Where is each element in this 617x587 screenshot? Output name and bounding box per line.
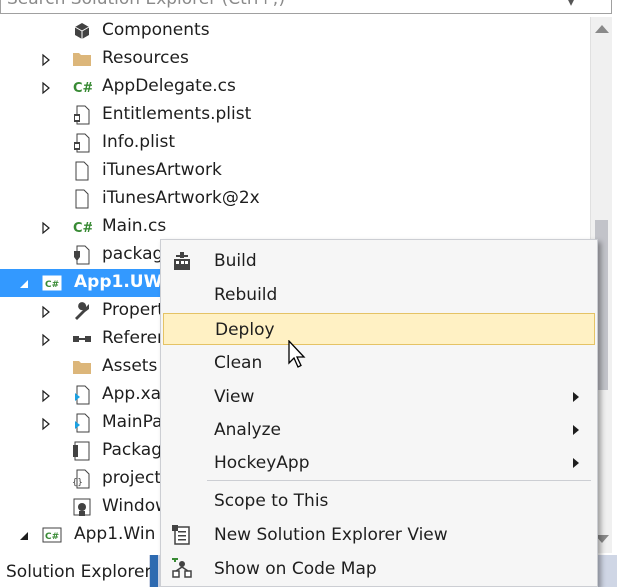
plist-file-icon xyxy=(72,105,92,125)
wrench-icon xyxy=(72,301,92,321)
expand-arrow-icon[interactable] xyxy=(40,80,52,95)
search-box[interactable]: Search Solution Explorer (Ctrl+;) ▾ xyxy=(0,0,612,14)
tab-solution-explorer[interactable]: Solution Explorer xyxy=(0,555,152,587)
folder-icon xyxy=(72,49,92,69)
tree-item-label: iTunesArtwork xyxy=(102,160,222,180)
collapse-arrow-icon[interactable] xyxy=(18,276,30,290)
tree-item-label: App1.UWI xyxy=(74,272,169,292)
package-config-icon xyxy=(72,245,92,265)
menu-item-label: HockeyApp xyxy=(214,453,310,473)
menu-item-hockeyapp[interactable]: HockeyApp xyxy=(163,447,595,479)
mouse-cursor-icon xyxy=(288,340,306,368)
expand-arrow-icon[interactable] xyxy=(40,220,52,235)
tree-item[interactable]: iTunesArtwork xyxy=(0,157,590,185)
expand-arrow-icon[interactable] xyxy=(40,304,52,319)
components-icon xyxy=(72,21,92,41)
tree-item[interactable]: Entitlements.plist xyxy=(0,101,590,129)
tree-item-label: App.xar xyxy=(102,384,169,404)
tree-item-label: Resources xyxy=(102,48,189,68)
tree-item-label: Info.plist xyxy=(102,132,176,152)
menu-item-label: Show on Code Map xyxy=(214,559,377,579)
context-menu: Build Rebuild Deploy Clean View Analyze Hockey… xyxy=(160,239,598,587)
expand-arrow-icon[interactable] xyxy=(40,388,52,403)
code-map-icon xyxy=(171,556,193,580)
tree-item-label: iTunesArtwork@2x xyxy=(102,188,260,208)
tree-item-label: Components xyxy=(102,20,210,40)
csharp-file-icon: C# xyxy=(72,77,94,97)
tree-item[interactable]: Resources xyxy=(0,45,590,73)
expand-arrow-icon[interactable] xyxy=(40,332,52,347)
svg-text:C#: C# xyxy=(73,81,92,96)
menu-item-label: Scope to This xyxy=(214,491,329,511)
menu-item-label: Analyze xyxy=(214,420,281,440)
svg-text:{}: {} xyxy=(72,478,83,488)
menu-item-label: New Solution Explorer View xyxy=(214,525,448,545)
menu-item-rebuild[interactable]: Rebuild xyxy=(163,279,595,311)
csharp-project-icon: C# xyxy=(42,525,62,545)
tree-item[interactable]: C# AppDelegate.cs xyxy=(0,73,590,101)
search-options-icon[interactable]: ▾ xyxy=(567,0,575,10)
menu-item-label: Build xyxy=(214,251,257,271)
menu-item-show-on-code-map[interactable]: Show on Code Map xyxy=(163,553,595,585)
svg-text:C#: C# xyxy=(45,532,59,542)
menu-item-clean[interactable]: Clean xyxy=(163,347,595,379)
tree-item[interactable]: Components xyxy=(0,17,590,45)
menu-item-scope-to-this[interactable]: Scope to This xyxy=(163,485,595,517)
manifest-icon xyxy=(72,441,92,461)
file-icon xyxy=(72,161,92,181)
menu-item-view[interactable]: View xyxy=(163,381,595,413)
menu-item-label: Clean xyxy=(214,353,263,373)
menu-item-analyze[interactable]: Analyze xyxy=(163,414,595,446)
tab-label: Solution Explorer xyxy=(6,562,152,582)
expand-arrow-icon[interactable] xyxy=(40,52,52,67)
menu-item-label: Rebuild xyxy=(214,285,278,305)
tab-accent xyxy=(150,555,158,587)
svg-text:C#: C# xyxy=(73,221,92,236)
tree-item-label: Main.cs xyxy=(102,216,167,236)
tree-item-label: Window xyxy=(102,496,170,516)
references-icon xyxy=(72,329,92,349)
menu-item-label: Deploy xyxy=(215,320,275,340)
tree-item[interactable]: iTunesArtwork@2x xyxy=(0,185,590,213)
submenu-arrow-icon xyxy=(573,425,579,435)
submenu-arrow-icon xyxy=(573,458,579,468)
menu-item-label: View xyxy=(214,387,255,407)
tree-item-label: MainPa xyxy=(102,412,163,432)
tree-item-label: Propert xyxy=(102,300,164,320)
tree-item-label: Assets xyxy=(102,356,158,376)
xaml-file-icon xyxy=(72,413,92,433)
csharp-project-icon: C# xyxy=(42,273,62,293)
tree-item[interactable]: Info.plist xyxy=(0,129,590,157)
json-file-icon: {} xyxy=(72,469,92,489)
menu-item-deploy[interactable]: Deploy xyxy=(163,313,595,345)
file-icon xyxy=(72,189,92,209)
expand-arrow-icon[interactable] xyxy=(40,416,52,431)
certificate-icon xyxy=(72,497,92,517)
tree-item-label: packag xyxy=(102,244,164,264)
tree-item-label: Referen xyxy=(102,328,168,348)
tree-item-label: Entitlements.plist xyxy=(102,104,252,124)
plist-file-icon xyxy=(72,133,92,153)
xaml-file-icon xyxy=(72,385,92,405)
menu-item-build[interactable]: Build xyxy=(163,245,595,277)
svg-text:C#: C# xyxy=(45,280,59,290)
new-view-icon xyxy=(171,524,193,546)
submenu-arrow-icon xyxy=(573,392,579,402)
search-input[interactable]: Search Solution Explorer (Ctrl+;) xyxy=(7,0,285,9)
collapse-arrow-icon[interactable] xyxy=(18,528,30,542)
csharp-file-icon: C# xyxy=(72,217,94,237)
menu-separator xyxy=(207,480,591,481)
build-icon xyxy=(171,250,193,272)
tree-item-label: AppDelegate.cs xyxy=(102,76,236,96)
tree-item-label: project. xyxy=(102,468,167,488)
folder-icon xyxy=(72,357,92,377)
tree-item-label: App1.Win xyxy=(74,524,156,544)
scroll-up-arrow-icon[interactable] xyxy=(595,25,609,33)
tree-item[interactable]: C# Main.cs xyxy=(0,213,590,241)
menu-item-new-solution-explorer-view[interactable]: New Solution Explorer View xyxy=(163,519,595,551)
